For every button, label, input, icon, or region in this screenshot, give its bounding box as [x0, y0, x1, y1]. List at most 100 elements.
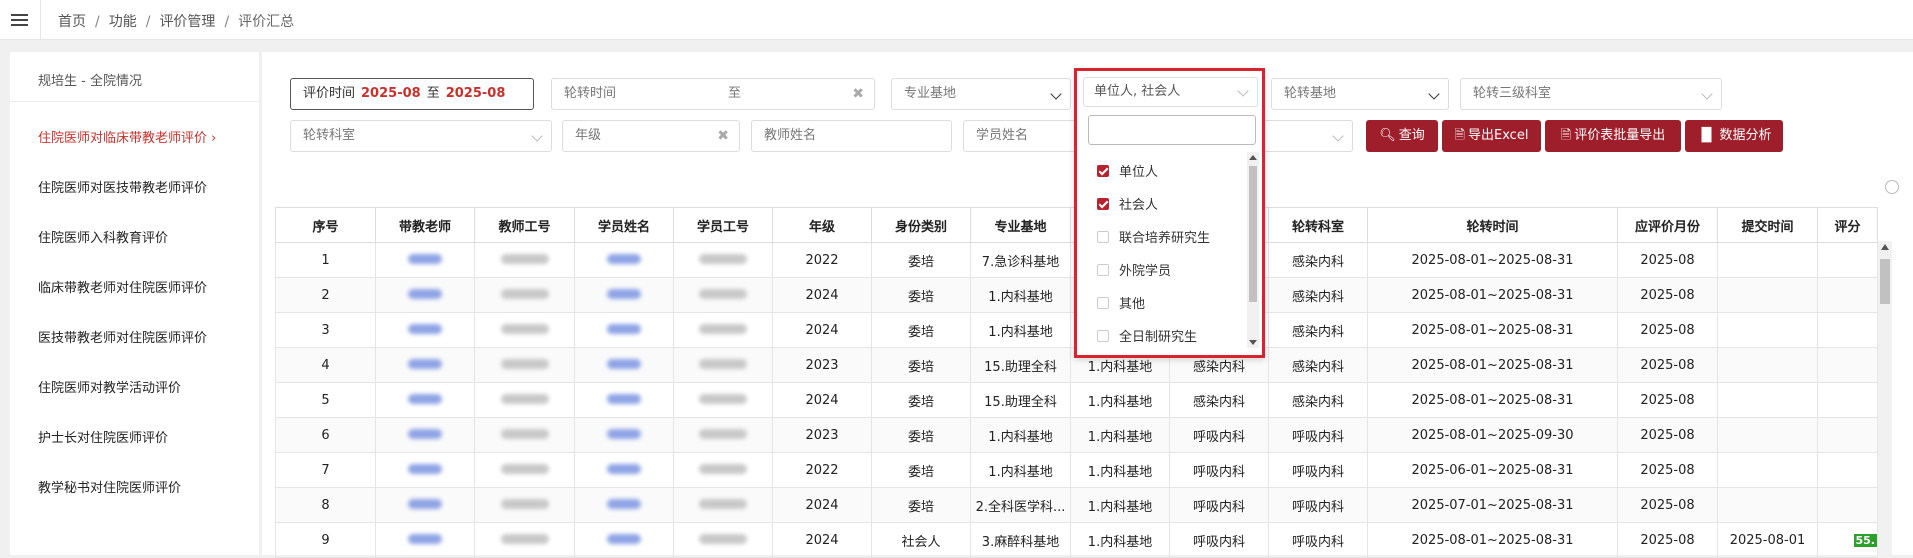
chevron-down-icon: [531, 130, 543, 142]
redacted-value: [607, 253, 641, 264]
eval-time-range[interactable]: 评价时间 2025-08 至 2025-08: [290, 78, 534, 110]
table-cell: [375, 522, 475, 558]
sidebar-item[interactable]: 教学秘书对住院医师评价: [38, 477, 181, 496]
column-header[interactable]: 提交时间: [1717, 207, 1818, 243]
identity-option[interactable]: 社会人: [1097, 194, 1158, 213]
batch-export-button[interactable]: 🗎 评价表批量导出: [1545, 120, 1681, 152]
column-header[interactable]: 带教老师: [375, 207, 475, 243]
breadcrumb-eval-mgmt[interactable]: 评价管理: [159, 14, 215, 30]
sidebar-title: 规培生 - 全院情况: [10, 52, 259, 102]
sidebar-item[interactable]: 临床带教老师对住院医师评价: [38, 277, 207, 296]
column-header[interactable]: 应评价月份: [1617, 207, 1718, 243]
option-label: 联合培养研究生: [1119, 231, 1211, 246]
major-base-placeholder: 专业基地: [904, 86, 957, 101]
column-header[interactable]: 身份类别: [871, 207, 971, 243]
sidebar-item[interactable]: 护士长对住院医师评价: [38, 427, 168, 446]
breadcrumb-function[interactable]: 功能: [109, 14, 137, 30]
checkbox[interactable]: [1097, 231, 1109, 243]
table-cell: [1717, 452, 1818, 488]
scroll-thumb[interactable]: [1249, 166, 1257, 302]
column-header[interactable]: 专业基地: [970, 207, 1071, 243]
teacher-name-input[interactable]: 教师姓名: [751, 120, 952, 152]
collapse-toggle[interactable]: [1885, 180, 1899, 194]
scroll-up-icon[interactable]: [1249, 155, 1257, 160]
column-header[interactable]: 轮转科室: [1268, 207, 1368, 243]
table-row[interactable]: 8 2024 委培 2.全科医学科... 1.内科基地 呼吸内科 呼吸内科 2025-07-0…: [275, 487, 1878, 523]
checkbox[interactable]: [1097, 264, 1109, 276]
sidebar-item-label: 临床带教老师对住院医师评价: [38, 281, 208, 296]
table-cell: [375, 312, 475, 348]
table-row[interactable]: 6 2023 委培 1.内科基地 1.内科基地 呼吸内科 呼吸内科 2025-08-01~20…: [275, 417, 1878, 453]
table-cell: 2025-08-01~2025-09-30: [1367, 417, 1618, 453]
rotation-base-select[interactable]: 轮转基地: [1271, 78, 1449, 110]
identity-multiselect-dropdown[interactable]: 单位人, 社会人 单位人社会人联合培养研究生 外院学员其他全日制研究生: [1074, 68, 1265, 358]
table-cell: 委培: [871, 277, 971, 313]
table-cell: 2024: [772, 522, 872, 558]
table-cell: [673, 277, 773, 313]
sidebar-item[interactable]: 住院医师对临床带教老师评价 ›: [38, 127, 216, 146]
table-cell: 呼吸内科: [1169, 452, 1269, 488]
table-scrollbar[interactable]: [1878, 241, 1892, 555]
clear-icon[interactable]: ✖: [717, 121, 729, 151]
menu-icon[interactable]: [8, 8, 32, 32]
table-cell: 呼吸内科: [1268, 452, 1368, 488]
table-row[interactable]: 5 2024 委培 15.助理全科 1.内科基地 感染内科 感染内科 2025-08-01~2…: [275, 382, 1878, 418]
table-cell: 2024: [772, 487, 872, 523]
sidebar-item[interactable]: 住院医师对医技带教老师评价: [38, 177, 207, 196]
identity-option[interactable]: 单位人: [1097, 161, 1158, 180]
grade-select[interactable]: 年级 ✖: [562, 120, 740, 152]
scroll-up-icon[interactable]: [1881, 244, 1889, 250]
table-cell: 呼吸内科: [1169, 522, 1269, 558]
eval-time-from[interactable]: 2025-08: [361, 86, 421, 101]
identity-option[interactable]: 其他: [1097, 293, 1145, 312]
checkbox[interactable]: [1097, 165, 1109, 177]
sidebar-item[interactable]: 住院医师入科教育评价: [38, 227, 168, 246]
rotation-time-range[interactable]: 轮转时间 至 ✖: [551, 78, 875, 110]
major-base-select[interactable]: 专业基地: [891, 78, 1071, 110]
table-cell: [1817, 487, 1878, 523]
table-cell: 感染内科: [1268, 347, 1368, 383]
table-cell: 1.内科基地: [970, 417, 1071, 453]
sidebar-item[interactable]: 住院医师对教学活动评价: [38, 377, 181, 396]
column-header[interactable]: 年级: [772, 207, 872, 243]
checkbox[interactable]: [1097, 297, 1109, 309]
table-cell: 2025-08: [1617, 417, 1718, 453]
option-label: 其他: [1119, 297, 1146, 312]
identity-option[interactable]: 全日制研究生: [1097, 326, 1197, 345]
redacted-value: [408, 428, 442, 439]
identity-option[interactable]: 联合培养研究生: [1097, 227, 1210, 246]
column-header[interactable]: 教师工号: [474, 207, 575, 243]
table-cell: 感染内科: [1268, 277, 1368, 313]
scroll-thumb[interactable]: [1880, 259, 1890, 304]
rotation-base-placeholder: 轮转基地: [1284, 86, 1337, 101]
breadcrumb-home[interactable]: 首页: [58, 14, 86, 30]
redacted-value: [699, 358, 747, 369]
column-header[interactable]: 学员姓名: [574, 207, 674, 243]
column-header[interactable]: 学员工号: [673, 207, 773, 243]
identity-search-input[interactable]: [1088, 115, 1256, 145]
table-row[interactable]: 7 2022 委培 1.内科基地 1.内科基地 呼吸内科 呼吸内科 2025-06-01~20…: [275, 452, 1878, 488]
table-row[interactable]: 9 2024 社会人 3.麻醉科基地 1.内科基地 呼吸内科 呼吸内科 2025-08-01~…: [275, 522, 1878, 558]
column-header[interactable]: 轮转时间: [1367, 207, 1618, 243]
rotation-l3-select[interactable]: 轮转三级科室: [1460, 78, 1722, 110]
checkbox[interactable]: [1097, 330, 1109, 342]
sidebar-item[interactable]: 医技带教老师对住院医师评价: [38, 327, 207, 346]
scroll-down-icon[interactable]: [1249, 340, 1257, 345]
option-label: 外院学员: [1119, 264, 1172, 279]
identity-option[interactable]: 外院学员: [1097, 260, 1171, 279]
table-cell: [673, 347, 773, 383]
query-button[interactable]: 🔍︎ 查询: [1366, 120, 1438, 152]
eval-time-to[interactable]: 2025-08: [446, 86, 506, 101]
identity-select-value[interactable]: 单位人, 社会人: [1083, 77, 1258, 107]
chevron-down-icon: [1237, 85, 1249, 97]
column-header[interactable]: 序号: [275, 207, 376, 243]
table-cell: 2025-08-01~2025-08-31: [1367, 242, 1618, 278]
export-excel-button[interactable]: 🗎 导出Excel: [1442, 120, 1541, 152]
clear-icon[interactable]: ✖: [852, 79, 864, 109]
checkbox[interactable]: [1097, 198, 1109, 210]
rotation-dept-select[interactable]: 轮转科室: [290, 120, 552, 152]
dropdown-scrollbar[interactable]: [1247, 152, 1259, 348]
column-header[interactable]: 评分: [1817, 207, 1878, 243]
redacted-value: [500, 498, 549, 509]
data-analysis-button[interactable]: ▐▌ 数据分析: [1685, 120, 1783, 152]
